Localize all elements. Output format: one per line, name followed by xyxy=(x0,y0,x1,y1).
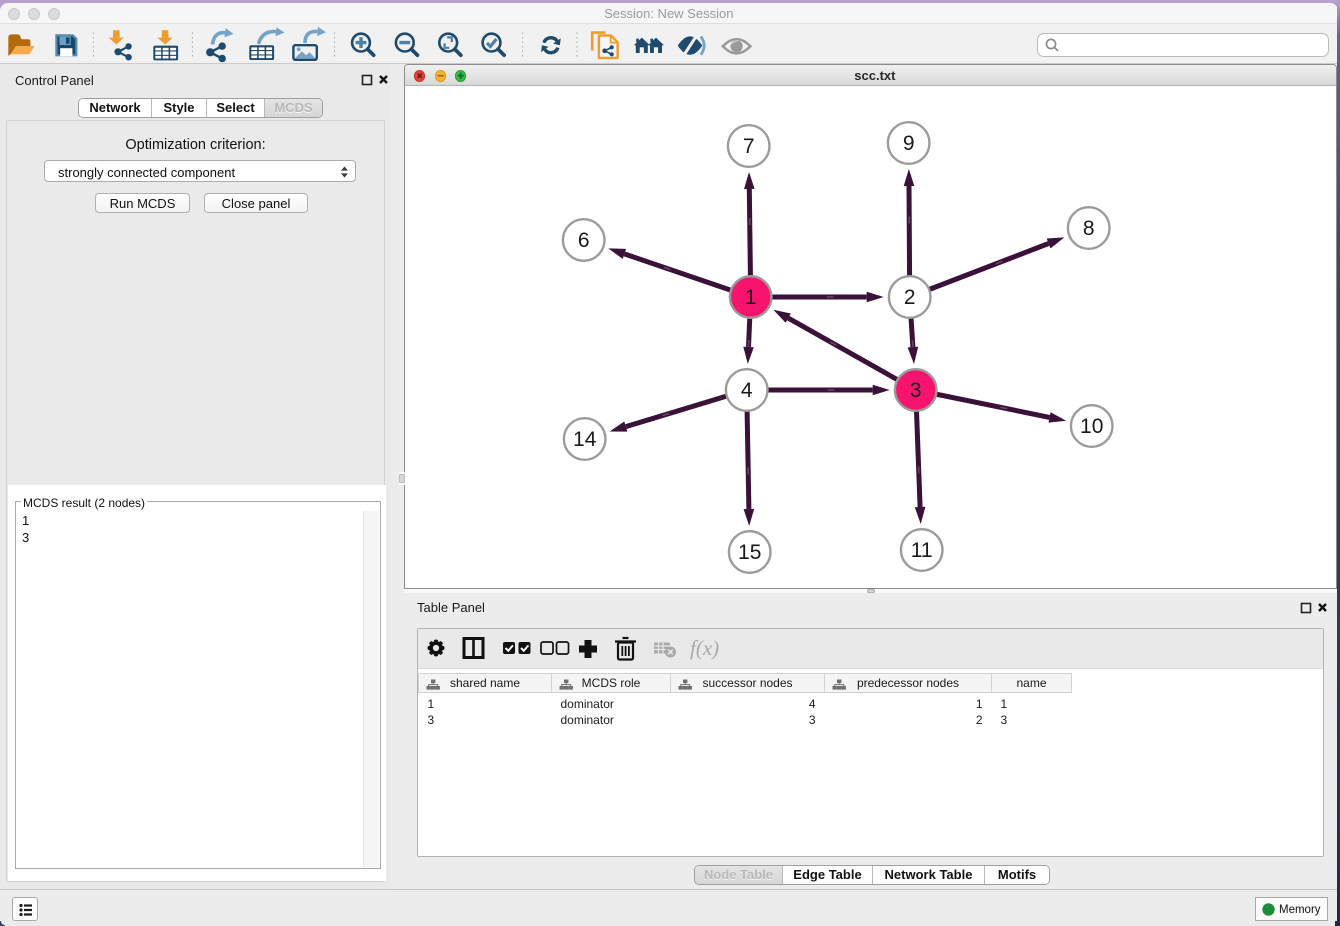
svg-text:6: 6 xyxy=(578,229,590,252)
svg-text:7: 7 xyxy=(743,135,755,158)
svg-text:1: 1 xyxy=(745,286,757,309)
svg-text:3: 3 xyxy=(910,379,922,402)
svg-text:4: 4 xyxy=(741,379,753,402)
svg-text:14: 14 xyxy=(573,428,597,451)
svg-text:15: 15 xyxy=(738,541,761,564)
svg-text:f(x): f(x) xyxy=(690,636,719,660)
svg-text:2: 2 xyxy=(904,286,916,309)
svg-text:11: 11 xyxy=(911,539,933,562)
svg-text:10: 10 xyxy=(1080,415,1103,438)
svg-text:9: 9 xyxy=(903,132,915,155)
svg-text:8: 8 xyxy=(1083,217,1095,240)
